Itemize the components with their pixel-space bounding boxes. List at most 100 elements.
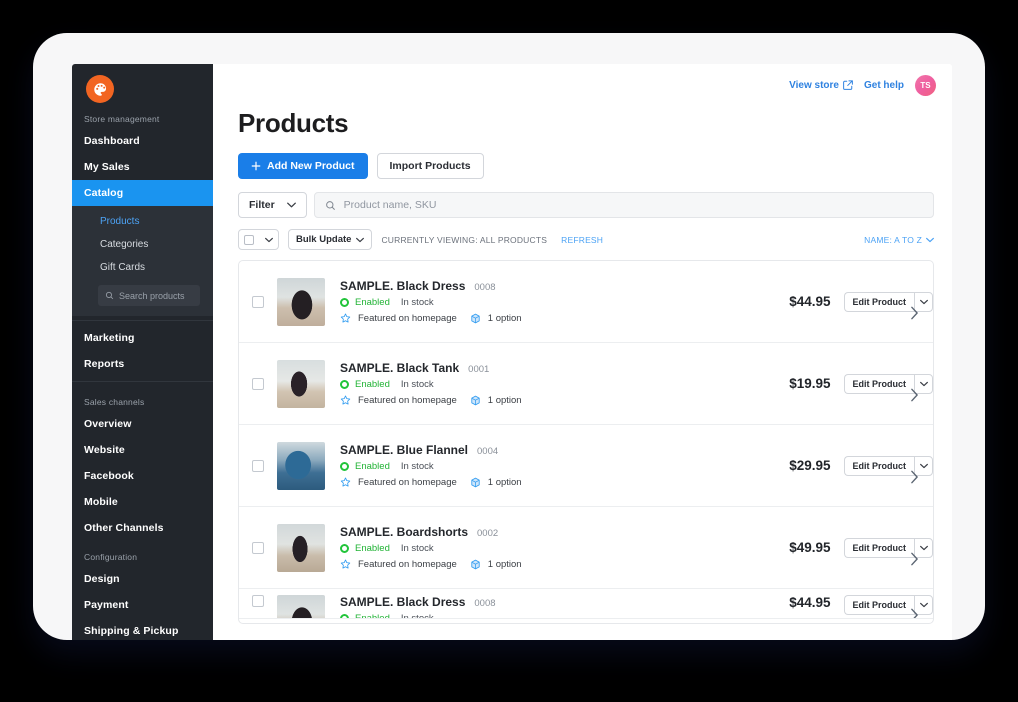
product-info: SAMPLE. Blue Flannel 0004 Enabled In sto… [340, 443, 789, 488]
sidebar-search-placeholder: Search products [119, 290, 185, 301]
open-product-chevron[interactable] [910, 552, 919, 571]
product-name: SAMPLE. Black Dress [340, 595, 466, 609]
options-cube-icon [471, 395, 480, 406]
product-search-placeholder: Product name, SKU [343, 199, 437, 211]
enabled-status-icon [340, 614, 349, 618]
sidebar-item-dashboard[interactable]: Dashboard [72, 128, 213, 154]
chevron-right-icon [911, 608, 918, 618]
edit-product-button[interactable]: Edit Product [843, 291, 914, 312]
sidebar-item-payment[interactable]: Payment [72, 592, 213, 618]
star-icon [340, 559, 351, 569]
sidebar-item-mobile[interactable]: Mobile [72, 489, 213, 515]
options-label: 1 option [487, 477, 522, 488]
add-new-product-label: Add New Product [267, 160, 355, 172]
table-row[interactable]: SAMPLE. Boardshorts 0002 Enabled In stoc… [239, 507, 933, 589]
sidebar-caption-sales-channels: Sales channels [84, 397, 145, 407]
row-checkbox[interactable] [252, 295, 264, 308]
ecwid-logo-icon[interactable] [86, 75, 114, 103]
tablet-screen: Store management Dashboard My Sales Cata… [72, 64, 952, 640]
product-meta: Featured on homepage 1 option [340, 559, 789, 570]
sidebar-subitem-products[interactable]: Products [72, 210, 213, 233]
refresh-link[interactable]: REFRESH [561, 235, 603, 245]
row-checkbox[interactable] [252, 595, 264, 607]
table-row[interactable]: SAMPLE. Blue Flannel 0004 Enabled In sto… [239, 425, 933, 507]
avatar-initials: TS [920, 80, 931, 90]
get-help-link[interactable]: Get help [864, 80, 904, 91]
edit-product-group: Edit Product [843, 455, 933, 476]
product-meta: Featured on homepage 1 option [340, 313, 789, 324]
sidebar-search-products-input[interactable]: Search products [98, 285, 200, 306]
product-name-line: SAMPLE. Black Tank 0001 [340, 361, 789, 375]
view-store-label: View store [789, 79, 839, 91]
row-checkbox[interactable] [252, 459, 264, 472]
product-sku: 0008 [474, 598, 496, 609]
sidebar-item-website[interactable]: Website [72, 437, 213, 463]
edit-product-button[interactable]: Edit Product [843, 373, 914, 394]
edit-product-group: Edit Product [843, 595, 933, 615]
bulk-update-label: Bulk Update [296, 234, 352, 245]
product-thumbnail [277, 441, 325, 490]
sidebar-item-reports[interactable]: Reports [72, 351, 213, 377]
import-products-label: Import Products [389, 160, 471, 172]
product-sku: 0001 [468, 364, 490, 375]
sidebar-item-catalog[interactable]: Catalog [72, 180, 213, 206]
search-icon [105, 291, 114, 300]
product-status: Enabled In stock [340, 461, 789, 472]
top-bar: View store Get help TS [213, 64, 952, 106]
edit-product-button[interactable]: Edit Product [843, 455, 914, 476]
select-all-checkbox[interactable] [244, 234, 254, 245]
enabled-label: Enabled [355, 297, 390, 308]
sidebar-item-facebook[interactable]: Facebook [72, 463, 213, 489]
product-name-line: SAMPLE. Blue Flannel 0004 [340, 443, 789, 457]
options-cube-icon [471, 559, 480, 570]
view-store-link[interactable]: View store [789, 80, 853, 91]
sidebar-subitem-gift-cards[interactable]: Gift Cards [72, 256, 213, 279]
featured-label: Featured on homepage [358, 477, 457, 488]
sidebar-submenu-catalog: Products Categories Gift Cards Search pr… [72, 206, 213, 316]
product-price: $19.95 [789, 376, 831, 391]
select-all-dropdown[interactable] [238, 229, 279, 250]
row-checkbox[interactable] [252, 377, 264, 390]
open-product-chevron[interactable] [910, 388, 919, 407]
edit-product-button[interactable]: Edit Product [843, 595, 914, 615]
open-product-chevron[interactable] [910, 608, 919, 618]
row-checkbox[interactable] [252, 541, 264, 554]
product-status: Enabled In stock [340, 297, 789, 308]
product-price: $49.95 [789, 540, 831, 555]
table-row[interactable]: SAMPLE. Black Dress 0008 Enabled In stoc… [239, 589, 933, 619]
chevron-right-icon [911, 552, 918, 565]
open-product-chevron[interactable] [910, 470, 919, 489]
edit-product-button[interactable]: Edit Product [843, 537, 914, 558]
open-product-chevron[interactable] [910, 306, 919, 325]
featured-label: Featured on homepage [358, 395, 457, 406]
table-row[interactable]: SAMPLE. Black Tank 0001 Enabled In stock… [239, 343, 933, 425]
product-meta: Featured on homepage 1 option [340, 395, 789, 406]
sidebar-item-shipping-pickup[interactable]: Shipping & Pickup [72, 618, 213, 640]
sidebar-item-design[interactable]: Design [72, 566, 213, 592]
import-products-button[interactable]: Import Products [376, 153, 484, 179]
star-icon [340, 477, 351, 487]
product-search-input[interactable]: Product name, SKU [313, 192, 934, 218]
table-row[interactable]: SAMPLE. Black Dress 0008 Enabled In stoc… [239, 261, 933, 343]
enabled-label: Enabled [355, 613, 390, 619]
product-thumbnail [277, 277, 325, 326]
enabled-status-icon [340, 298, 349, 307]
chevron-down-icon [919, 602, 928, 608]
bulk-update-button[interactable]: Bulk Update [288, 229, 373, 250]
add-new-product-button[interactable]: Add New Product [238, 153, 368, 179]
sidebar-item-other-channels[interactable]: Other Channels [72, 515, 213, 541]
sidebar-subitem-categories[interactable]: Categories [72, 233, 213, 256]
sidebar-item-marketing[interactable]: Marketing [72, 325, 213, 351]
avatar[interactable]: TS [915, 74, 936, 96]
filter-dropdown[interactable]: Filter [238, 192, 307, 218]
stock-label: In stock [400, 461, 434, 472]
sort-dropdown[interactable]: NAME: A TO Z [864, 235, 934, 245]
sort-label: NAME: A TO Z [864, 234, 922, 245]
enabled-status-icon [340, 380, 349, 389]
chevron-down-icon [919, 299, 928, 304]
sidebar-item-my-sales[interactable]: My Sales [72, 154, 213, 180]
sidebar-item-overview[interactable]: Overview [72, 411, 213, 437]
product-status: Enabled In stock [340, 543, 789, 554]
search-icon [325, 200, 335, 210]
product-status: Enabled In stock [340, 613, 789, 619]
